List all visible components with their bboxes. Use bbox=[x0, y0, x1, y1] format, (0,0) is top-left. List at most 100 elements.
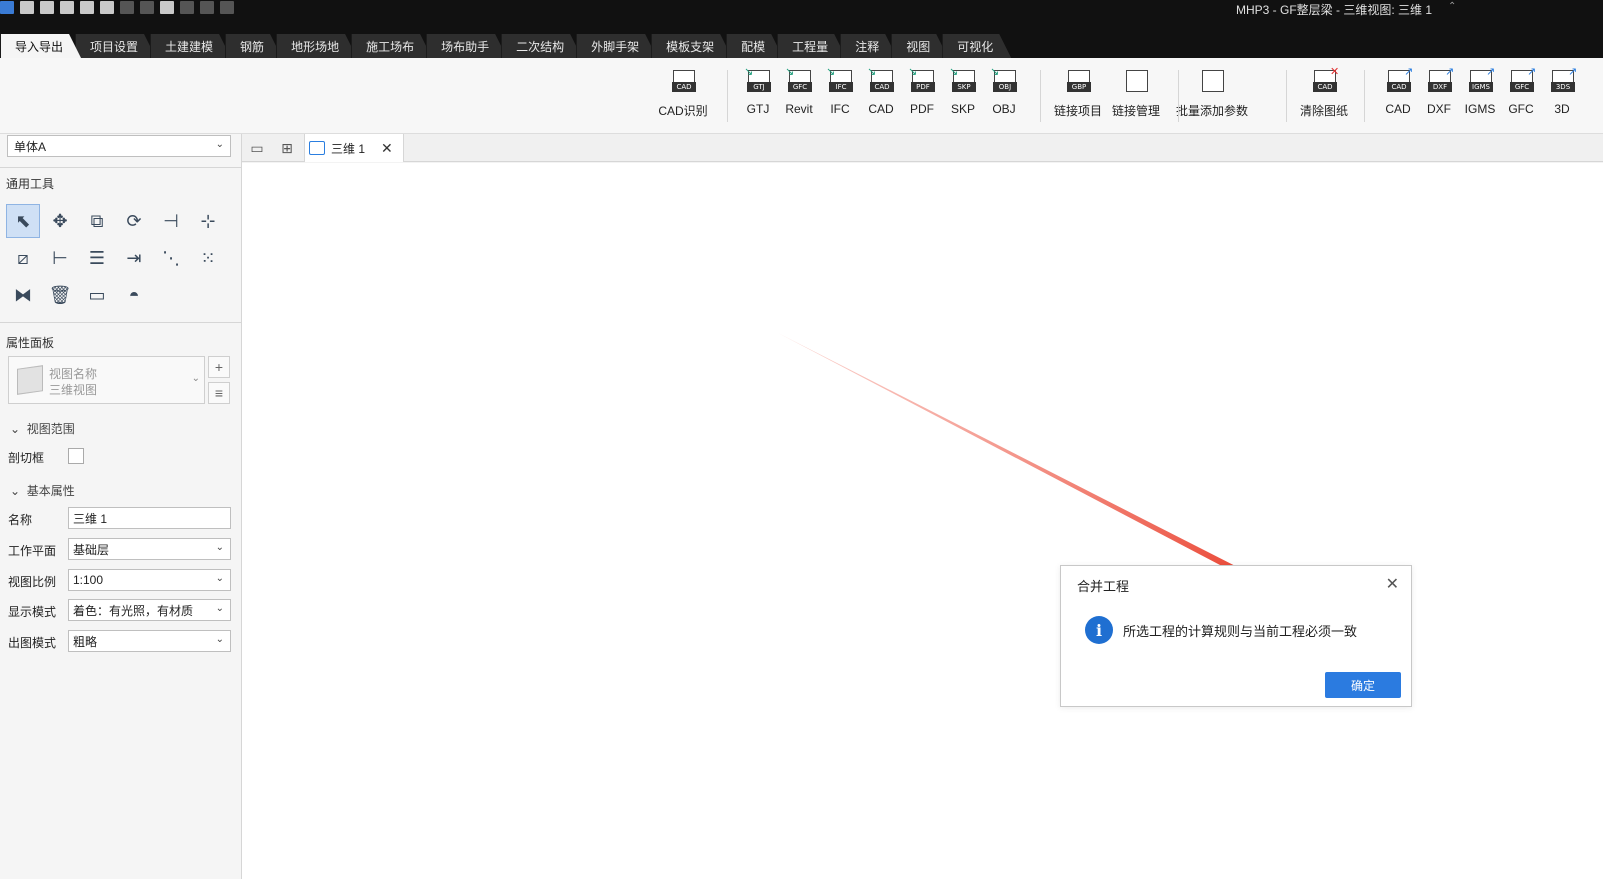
import-pdf-icon: PDF ↘ bbox=[908, 67, 936, 98]
close-icon[interactable]: ✕ bbox=[1386, 574, 1399, 594]
view-type-card[interactable]: 视图名称 三维视图 ⌄ bbox=[8, 356, 205, 404]
output-mode-select[interactable]: 粗略 ⌄ bbox=[68, 630, 231, 652]
group-basic-props[interactable]: ⌄ 基本属性 bbox=[10, 482, 75, 499]
close-icon[interactable]: ✕ bbox=[381, 140, 393, 157]
unit-select[interactable]: 单体A ⌄ bbox=[7, 135, 231, 157]
format-tag: CAD bbox=[672, 82, 696, 92]
app-logo-icon[interactable] bbox=[0, 1, 14, 14]
viewport-canvas[interactable] bbox=[242, 163, 1603, 879]
format-tag: 3DS bbox=[1551, 82, 1575, 92]
array-tool-icon[interactable]: ⁙ bbox=[191, 241, 225, 275]
ribbon-button-label: Revit bbox=[785, 102, 813, 116]
ribbon-tab-5[interactable]: 施工场布 bbox=[351, 34, 432, 58]
props-header: 属性面板 bbox=[6, 336, 55, 350]
clear-drawing-icon: CAD ✕ bbox=[1310, 67, 1339, 98]
name-field-value: 三维 1 bbox=[73, 511, 108, 526]
import-obj-button[interactable]: OBJ ↘ OBJ bbox=[978, 67, 1030, 124]
view-scale-select[interactable]: 1:100 ⌄ bbox=[68, 569, 231, 591]
rotate-tool-icon[interactable]: ⟳ bbox=[117, 204, 151, 238]
window-menu-icon[interactable]: ⌃ bbox=[1448, 1, 1456, 12]
format-tag: IFC bbox=[829, 82, 853, 92]
section-box-checkbox[interactable] bbox=[68, 448, 84, 464]
window-icon[interactable] bbox=[180, 1, 194, 14]
clear-drawing-button[interactable]: CAD ✕ 清除图纸 bbox=[1298, 67, 1350, 124]
save-icon[interactable] bbox=[60, 1, 74, 14]
ribbon-tab-11[interactable]: 工程量 bbox=[777, 34, 846, 58]
format-tag: GTJ bbox=[747, 82, 771, 92]
move-tool-icon[interactable]: ✥ bbox=[43, 204, 77, 238]
close-file-icon[interactable] bbox=[100, 1, 114, 14]
trim-tool-icon[interactable]: ⊣ bbox=[154, 204, 188, 238]
ribbon-tab-14[interactable]: 可视化 bbox=[942, 34, 1011, 58]
redo-icon[interactable] bbox=[140, 1, 154, 14]
ribbon-tab-4[interactable]: 地形场地 bbox=[276, 34, 357, 58]
name-field[interactable]: 三维 1 bbox=[68, 507, 231, 529]
ribbon-tab-12[interactable]: 注释 bbox=[840, 34, 897, 58]
left-panel: 单体A ⌄ 通用工具 ⬉ ✥ ⧉ ⟳ ⊣ ⊹ ⧄ ⊢ ☰ ⇥ ⋱ ⁙ ⧓ 🗑 ▭… bbox=[0, 134, 242, 879]
offset-tool-icon[interactable]: ⋱ bbox=[154, 241, 188, 275]
fullscreen-icon[interactable] bbox=[220, 1, 234, 14]
ribbon-tab-9[interactable]: 模板支架 bbox=[651, 34, 732, 58]
ribbon-tabs: 导入导出 项目设置 土建建模 钢筋 地形场地 施工场布 场布助手 二次结构 外脚手架 模板支架 配模… bbox=[0, 34, 1005, 58]
add-icon[interactable]: + bbox=[208, 356, 230, 378]
ribbon-button-label: CAD识别 bbox=[658, 104, 708, 118]
link-manage-button[interactable]: 链接管理 bbox=[1110, 68, 1162, 124]
new-file-icon[interactable] bbox=[20, 1, 34, 14]
work-plane-select[interactable]: 基础层 ⌄ bbox=[68, 538, 231, 560]
open-file-icon[interactable] bbox=[40, 1, 54, 14]
document-tab-bar: ▭ ⊞ 三维 1 ✕ bbox=[242, 134, 1603, 162]
measure-tool-icon[interactable]: ▭ bbox=[80, 278, 114, 312]
copy-icon[interactable] bbox=[160, 1, 174, 14]
ribbon-tab-1[interactable]: 项目设置 bbox=[75, 34, 156, 58]
work-plane-value: 基础层 bbox=[73, 542, 110, 557]
ok-button[interactable]: 确定 bbox=[1325, 672, 1401, 698]
prop-label-view-scale: 视图比例 bbox=[8, 575, 57, 589]
ribbon-tab-10[interactable]: 配模 bbox=[726, 34, 783, 58]
break-tool-icon[interactable]: ⧄ bbox=[6, 241, 40, 275]
display-mode-value: 着色：有光照，有材质 bbox=[73, 603, 194, 618]
import-cad-icon: CAD ↘ bbox=[867, 67, 895, 98]
align-tool-icon[interactable]: ☰ bbox=[80, 241, 114, 275]
doc-tab-3d-view[interactable]: 三维 1 ✕ bbox=[304, 134, 404, 162]
export-igms-icon: IGMS ↗ bbox=[1466, 67, 1495, 98]
cad-recognize-button[interactable]: CAD CAD识别 bbox=[657, 68, 709, 124]
save-as-icon[interactable] bbox=[80, 1, 94, 14]
tools-header: 通用工具 bbox=[6, 177, 55, 191]
ribbon-separator bbox=[1286, 70, 1287, 122]
format-tag: DXF bbox=[1428, 82, 1452, 92]
angle-tool-icon[interactable]: ◓ bbox=[117, 278, 151, 312]
ribbon-tab-0[interactable]: 导入导出 bbox=[0, 34, 81, 58]
group-view-range[interactable]: ⌄ 视图范围 bbox=[10, 420, 75, 437]
batch-params-button[interactable]: 批量添加参数 bbox=[1176, 68, 1248, 124]
display-mode-select[interactable]: 着色：有光照，有材质 ⌄ bbox=[68, 599, 231, 621]
dimension-tool-icon[interactable]: ⊢ bbox=[43, 241, 77, 275]
ribbon-tab-7[interactable]: 二次结构 bbox=[501, 34, 582, 58]
output-mode-value: 粗略 bbox=[73, 634, 98, 649]
ribbon-tab-6[interactable]: 场布助手 bbox=[426, 34, 507, 58]
ribbon-tab-3[interactable]: 钢筋 bbox=[225, 34, 282, 58]
ribbon-button-label: CAD bbox=[1385, 102, 1411, 116]
tile-icon[interactable] bbox=[200, 1, 214, 14]
extend-tool-icon[interactable]: ⇥ bbox=[117, 241, 151, 275]
ribbon-button-label: PDF bbox=[910, 102, 934, 116]
folder-icon[interactable]: ▭ bbox=[246, 138, 268, 158]
grid-view-icon[interactable]: ⊞ bbox=[276, 138, 298, 158]
export-3d-button[interactable]: 3DS ↗ 3D bbox=[1536, 67, 1588, 124]
select-tool-icon[interactable]: ⬉ bbox=[6, 204, 40, 238]
mirror-tool-icon[interactable]: ⧓ bbox=[6, 278, 40, 312]
format-tag: PDF bbox=[911, 82, 935, 92]
ribbon-tab-8[interactable]: 外脚手架 bbox=[576, 34, 657, 58]
copy-tool-icon[interactable]: ⧉ bbox=[80, 204, 114, 238]
view-card-type: 三维视图 bbox=[49, 383, 98, 397]
undo-icon[interactable] bbox=[120, 1, 134, 14]
ribbon-tab-13[interactable]: 视图 bbox=[891, 34, 948, 58]
view-card-name: 视图名称 bbox=[49, 367, 98, 381]
format-tag: CAD bbox=[1387, 82, 1411, 92]
link-project-button[interactable]: GBP 链接项目 bbox=[1052, 68, 1104, 124]
ribbon-tab-2[interactable]: 土建建模 bbox=[150, 34, 231, 58]
settings-list-icon[interactable]: ≡ bbox=[208, 382, 230, 404]
split-tool-icon[interactable]: ⊹ bbox=[191, 204, 225, 238]
delete-tool-icon[interactable]: 🗑 bbox=[43, 278, 77, 312]
ribbon-button-label: 链接项目 bbox=[1053, 104, 1102, 118]
info-icon: i bbox=[1085, 616, 1113, 644]
